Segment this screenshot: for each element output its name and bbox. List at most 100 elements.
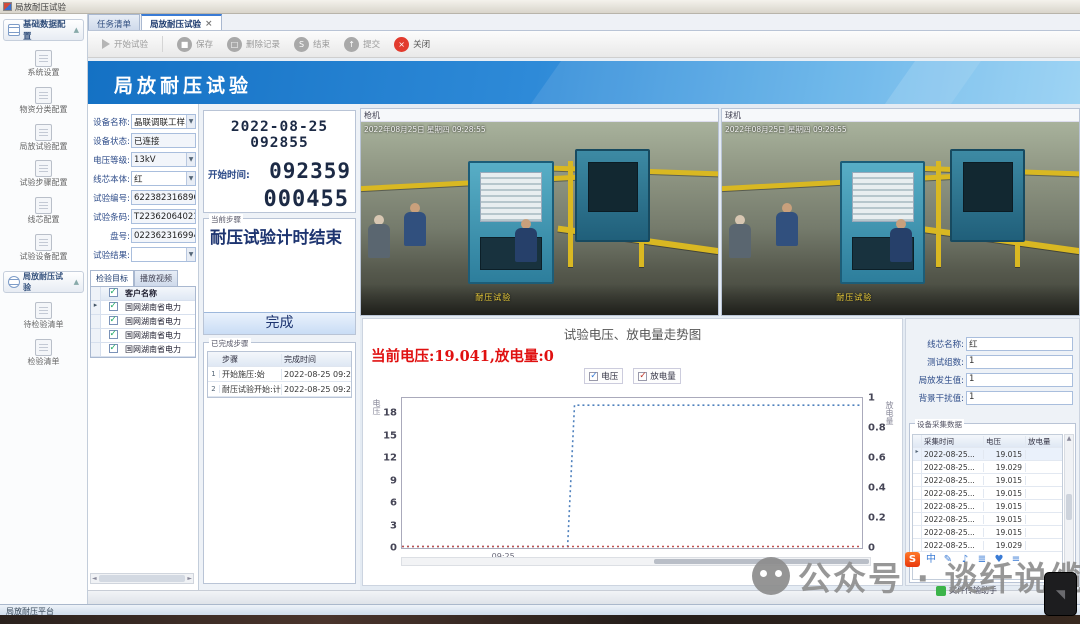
sidebar-item-inspection-list[interactable]: 检验清单 xyxy=(0,334,87,371)
chevron-down-icon[interactable]: ▼ xyxy=(186,115,195,128)
chevron-up-icon[interactable]: ▲ xyxy=(74,278,79,286)
chevron-up-icon[interactable]: ▲ xyxy=(74,26,79,34)
sidebar-item-step-config[interactable]: 试验步骤配置 xyxy=(0,155,87,192)
section-title: 局放耐压试验 xyxy=(23,271,71,293)
save-button[interactable]: ■ 保存 xyxy=(177,37,213,52)
sidebar-item-material-config[interactable]: 物资分类配置 xyxy=(0,82,87,119)
ime-toolbar[interactable]: S 中 ✎ ♪ ≣ ♥ ≡ xyxy=(905,552,1022,567)
y-axis-label-right: 放电量 xyxy=(884,401,895,425)
tab-play-video[interactable]: 播放视频 xyxy=(134,270,178,286)
chevron-down-icon[interactable]: ▼ xyxy=(186,153,195,166)
legend-discharge[interactable]: 放电量 xyxy=(633,368,681,384)
submit-button[interactable]: ↑ 提交 xyxy=(344,37,380,52)
row-number: 2 xyxy=(208,385,220,393)
checkbox-checked-icon[interactable] xyxy=(638,372,647,381)
worker xyxy=(368,215,390,258)
server-icon xyxy=(35,197,52,214)
row-checkbox[interactable] xyxy=(101,302,125,314)
ime-lang-icon[interactable]: 中 xyxy=(925,554,937,566)
sidebar-item-label: 试验设备配置 xyxy=(20,253,68,262)
sidebar-item-pending-list[interactable]: 待检验清单 xyxy=(0,297,87,334)
complete-button[interactable]: 完成 xyxy=(204,312,355,334)
tab-inspection-target[interactable]: 检验目标 xyxy=(90,270,134,286)
file-transfer-helper[interactable]: 文件传输助手 xyxy=(936,585,997,596)
scrollbar-thumb[interactable] xyxy=(1066,494,1072,520)
ime-skin-icon[interactable]: ♥ xyxy=(993,554,1005,566)
table-row[interactable]: 1 开始施压:始 2022-08-25 09:25... xyxy=(208,367,351,382)
tab-close-icon[interactable]: × xyxy=(205,19,213,29)
chevron-down-icon[interactable]: ▼ xyxy=(186,248,195,261)
scroll-right-arrow[interactable]: ► xyxy=(187,575,192,582)
button-label: 提交 xyxy=(363,38,380,50)
delete-record-button[interactable]: □ 删除记录 xyxy=(227,37,280,52)
chart-scrollbar[interactable] xyxy=(401,557,871,566)
table-row[interactable]: ▸2022-08-25...19.015 xyxy=(913,448,1062,461)
table-row[interactable]: 2022-08-25...19.015 xyxy=(913,487,1062,500)
scrollbar-thumb[interactable] xyxy=(654,559,869,564)
table-row[interactable]: 2022-08-25...19.015 xyxy=(913,526,1062,539)
window-thumbnail[interactable]: ◥ xyxy=(1044,572,1077,616)
test-result-select[interactable]: ▼ xyxy=(131,247,196,262)
voltage-grade-select[interactable]: 13kV▼ xyxy=(131,152,196,167)
field-label: 线芯名称: xyxy=(908,338,964,350)
y-axis-label-left: 电压 xyxy=(371,399,382,415)
toolbar-divider xyxy=(162,36,163,52)
test-group-field[interactable]: 1 xyxy=(966,355,1073,369)
field-value: 02236231699423/0 xyxy=(134,231,196,241)
table-row[interactable]: 2 耐压试验开始:计 2022-08-25 09:26... xyxy=(208,382,351,397)
horizontal-scrollbar[interactable]: ◄ ► xyxy=(90,573,194,584)
column-header: 完成时间 xyxy=(282,354,351,365)
scroll-up-arrow[interactable]: ▲ xyxy=(1067,435,1072,442)
table-row[interactable]: 2022-08-25...19.015 xyxy=(913,500,1062,513)
axis-tick: 3 xyxy=(390,520,397,531)
sidebar-section-pd-test[interactable]: 局放耐压试验 ▲ xyxy=(3,271,84,293)
form-subtabs: 检验目标 播放视频 xyxy=(90,270,196,286)
sidebar-section-basic-config[interactable]: 基础数据配置 ▲ xyxy=(3,19,84,41)
ime-menu-icon[interactable]: ≡ xyxy=(1010,554,1022,566)
sidebar-item-system-settings[interactable]: 系统设置 xyxy=(0,45,87,82)
table-row[interactable]: ▸ 国网湖南省电力 xyxy=(91,301,195,315)
tab-label: 任务清单 xyxy=(97,18,131,30)
pd-threshold-field[interactable]: 1 xyxy=(966,373,1073,387)
finish-button[interactable]: S 结束 xyxy=(294,37,330,52)
table-row[interactable]: 国网湖南省电力 xyxy=(91,329,195,343)
table-row[interactable]: 2022-08-25...19.015 xyxy=(913,513,1062,526)
vertical-scrollbar[interactable]: ▲ ▼ xyxy=(1064,434,1074,580)
row-checkbox[interactable] xyxy=(101,330,125,342)
camera-video-feed[interactable]: 2022年08月25日 星期四 09:28:55 耐压试验 xyxy=(361,122,718,315)
chevron-down-icon[interactable]: ▼ xyxy=(186,172,195,185)
table-row[interactable]: 2022-08-25...19.015 xyxy=(913,474,1062,487)
table-row[interactable]: 国网湖南省电力 xyxy=(91,315,195,329)
camera-video-feed[interactable]: 2022年08月25日 星期四 09:28:55 耐压试验 xyxy=(722,122,1079,315)
tab-pd-test[interactable]: 局放耐压试验 × xyxy=(141,14,222,30)
sidebar-item-pd-test-config[interactable]: 局放试验配置 xyxy=(0,119,87,156)
checkbox-checked-icon[interactable] xyxy=(589,372,598,381)
device-name-select[interactable]: 晶联调联工样..▼ xyxy=(131,114,196,129)
sidebar-item-equipment-config[interactable]: 试验设备配置 xyxy=(0,229,87,266)
field-value: 62238231689693/8 xyxy=(134,193,196,203)
field-label: 测试组数: xyxy=(908,356,964,368)
core-name-field[interactable]: 红 xyxy=(966,337,1073,351)
scroll-left-arrow[interactable]: ◄ xyxy=(92,575,97,582)
file-helper-label: 文件传输助手 xyxy=(949,585,997,596)
test-progress-panel: 2022-08-25 092855 开始时间: 092359 000455 当前… xyxy=(199,104,360,590)
start-test-button[interactable]: 开始试验 xyxy=(102,38,148,50)
table-row[interactable]: 2022-08-25...19.029 xyxy=(913,539,1062,552)
ime-mic-icon[interactable]: ♪ xyxy=(959,554,971,566)
close-button[interactable]: × 关闭 xyxy=(394,37,430,52)
tab-task-list[interactable]: 任务清单 xyxy=(88,14,140,30)
upload-icon: ↑ xyxy=(344,37,359,52)
scrollbar-thumb[interactable] xyxy=(99,575,186,582)
sidebar-item-core-config[interactable]: 线芯配置 xyxy=(0,192,87,229)
ime-pen-icon[interactable]: ✎ xyxy=(942,554,954,566)
sogou-input-icon[interactable]: S xyxy=(905,552,920,567)
row-checkbox[interactable] xyxy=(101,316,125,328)
ime-keyboard-icon[interactable]: ≣ xyxy=(976,554,988,566)
background-noise-field[interactable]: 1 xyxy=(966,391,1073,405)
core-select[interactable]: 红▼ xyxy=(131,171,196,186)
table-row[interactable]: 2022-08-25...19.029 xyxy=(913,461,1062,474)
select-all-checkbox[interactable] xyxy=(101,288,125,300)
row-checkbox[interactable] xyxy=(101,344,125,356)
legend-voltage[interactable]: 电压 xyxy=(584,368,623,384)
table-row[interactable]: 国网湖南省电力 xyxy=(91,343,195,357)
